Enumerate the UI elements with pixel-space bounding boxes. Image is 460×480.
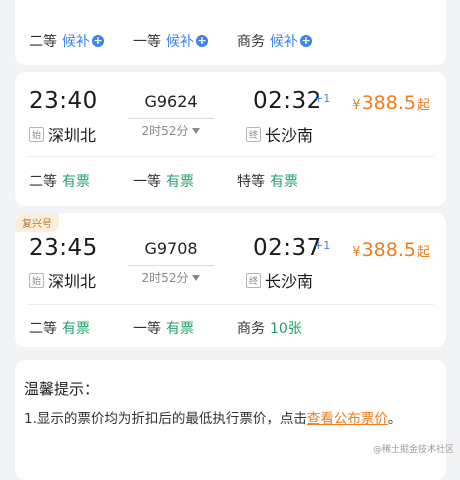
duration-text: 2时52分 (141, 271, 189, 285)
seat-row: 二等 有票 一等 有票 特等 有票 (15, 170, 446, 192)
arrive-station-name: 长沙南 (265, 272, 314, 291)
seat-status: 候补 (270, 34, 298, 50)
seat-label: 商务 (237, 321, 265, 337)
seat-status: 有票 (166, 321, 194, 337)
depart-station: 始 深圳北 (29, 268, 96, 292)
price-suffix: 起 (416, 245, 430, 260)
price-value: 388.5 (361, 239, 416, 261)
tips-text-suffix: 。 (387, 411, 402, 427)
published-fare-link[interactable]: 查看公布票价 (307, 411, 388, 427)
price-currency: ¥ (352, 98, 361, 113)
caret-down-icon (192, 127, 201, 134)
seat-label: 一等 (133, 34, 161, 50)
arrive-time: 02:32 (253, 88, 322, 114)
next-day-indicator: +1 (314, 92, 331, 105)
seat-first-class[interactable]: 一等 候补 + (133, 30, 208, 52)
seat-label: 一等 (133, 174, 161, 190)
seat-status: 候补 (62, 34, 90, 50)
seat-first-class[interactable]: 一等 有票 (133, 317, 194, 339)
tips-text-prefix: 1.显示的票价均为折扣后的最低执行票价，点击 (24, 411, 307, 427)
duration-text: 2时52分 (141, 124, 189, 138)
seat-second-class[interactable]: 二等 有票 (29, 170, 90, 192)
seat-status: 有票 (62, 321, 90, 337)
train-card-previous[interactable]: 二等 候补 + 一等 候补 + 商务 候补 + (15, 0, 446, 65)
seat-label: 二等 (29, 34, 57, 50)
seat-label: 二等 (29, 321, 57, 337)
seat-status: 有票 (270, 174, 298, 190)
terminal-tag-icon: 终 (246, 126, 261, 142)
train-card[interactable]: 23:40 G9624 2时52分 02:32 +1 ¥ 388.5 起 始 深… (15, 72, 446, 206)
seat-label: 二等 (29, 174, 57, 190)
seat-status: 10张 (270, 321, 302, 337)
route-line (128, 118, 214, 119)
train-card[interactable]: 复兴号 23:45 G9708 2时52分 02:37 +1 ¥ 388.5 起… (15, 213, 446, 347)
depart-station: 始 深圳北 (29, 122, 96, 146)
waitlist-plus-icon[interactable]: + (196, 35, 208, 47)
waitlist-plus-icon[interactable]: + (300, 35, 312, 47)
waitlist-plus-icon[interactable]: + (92, 35, 104, 47)
depart-time: 23:40 (29, 88, 98, 114)
duration-toggle[interactable]: 2时52分 (128, 122, 214, 139)
price-currency: ¥ (352, 245, 361, 260)
seat-second-class[interactable]: 二等 有票 (29, 317, 90, 339)
seat-row: 二等 有票 一等 有票 商务 10张 (15, 317, 446, 339)
caret-down-icon (192, 274, 201, 281)
depart-station-name: 深圳北 (48, 272, 97, 291)
tips-title: 温馨提示： (24, 380, 100, 398)
origin-tag-icon: 始 (29, 272, 44, 288)
train-number: G9624 (144, 92, 198, 111)
seat-status: 有票 (62, 174, 90, 190)
depart-time: 23:45 (29, 235, 98, 261)
seat-premium-class[interactable]: 特等 有票 (237, 170, 298, 192)
duration-toggle[interactable]: 2时52分 (128, 269, 214, 286)
next-day-indicator: +1 (314, 239, 331, 252)
seat-business-class[interactable]: 商务 候补 + (237, 30, 312, 52)
arrive-station-name: 长沙南 (265, 126, 314, 145)
divider (27, 156, 434, 157)
origin-tag-icon: 始 (29, 126, 44, 142)
price-value: 388.5 (361, 92, 416, 114)
watermark: @稀土掘金技术社区 (372, 445, 454, 455)
price-suffix: 起 (416, 98, 430, 113)
seat-first-class[interactable]: 一等 有票 (133, 170, 194, 192)
price: ¥ 388.5 起 (352, 239, 430, 261)
train-number: G9708 (144, 239, 198, 258)
seat-row: 二等 候补 + 一等 候补 + 商务 候补 + (15, 30, 446, 52)
arrive-station: 终 长沙南 (246, 268, 313, 292)
price: ¥ 388.5 起 (352, 92, 430, 114)
tips-card: 温馨提示： 1.显示的票价均为折扣后的最低执行票价，点击查看公布票价。 (15, 360, 446, 480)
seat-label: 商务 (237, 34, 265, 50)
tips-text: 1.显示的票价均为折扣后的最低执行票价，点击查看公布票价。 (24, 408, 434, 430)
arrive-station: 终 长沙南 (246, 122, 313, 146)
seat-second-class[interactable]: 二等 候补 + (29, 30, 104, 52)
fuxing-badge: 复兴号 (15, 213, 59, 232)
terminal-tag-icon: 终 (246, 272, 261, 288)
seat-business-class[interactable]: 商务 10张 (237, 317, 302, 339)
seat-label: 一等 (133, 321, 161, 337)
seat-status: 有票 (166, 174, 194, 190)
seat-label: 特等 (237, 174, 265, 190)
arrive-time: 02:37 (253, 235, 322, 261)
seat-status: 候补 (166, 34, 194, 50)
divider (27, 304, 434, 305)
route-line (128, 265, 214, 266)
depart-station-name: 深圳北 (48, 126, 97, 145)
